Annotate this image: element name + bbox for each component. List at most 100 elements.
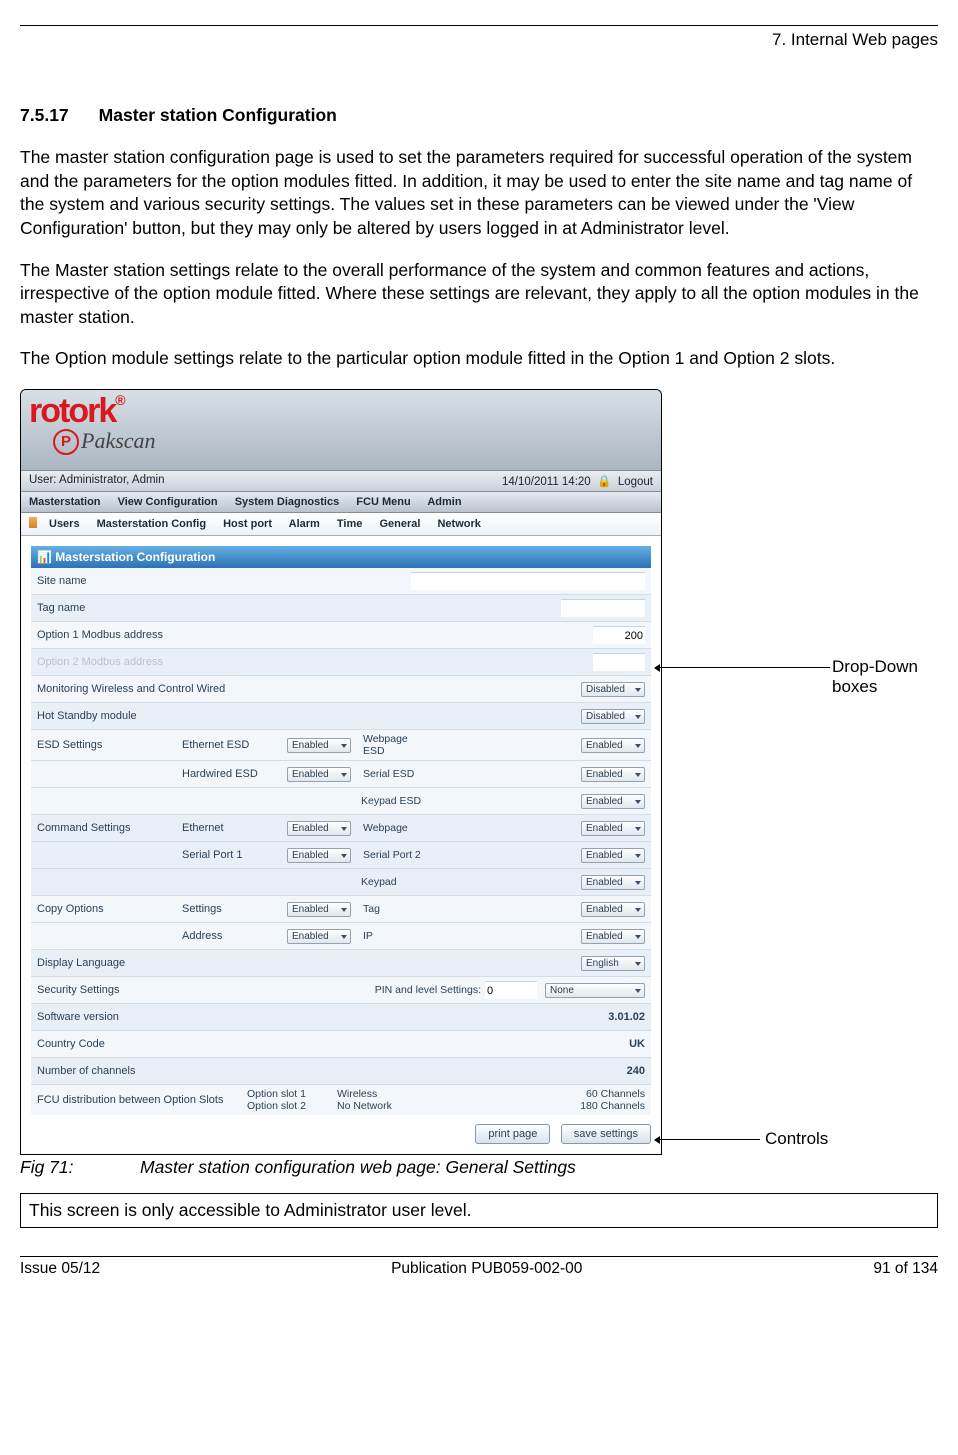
label-esd-eth: Ethernet ESD <box>182 739 287 751</box>
label-sw: Software version <box>37 1011 182 1023</box>
save-settings-button[interactable]: save settings <box>561 1124 651 1144</box>
label-hotstandby: Hot Standby module <box>37 710 182 722</box>
main-menu: Masterstation View Configuration System … <box>21 492 661 513</box>
dd-copy-addr[interactable]: Enabled <box>287 929 351 944</box>
menu-item-admin[interactable]: Admin <box>427 496 461 508</box>
value-slot2-net: No Network <box>337 1100 392 1112</box>
figure: rotork® PPakscan User: Administrator, Ad… <box>20 389 938 1155</box>
logo-rotork: rotork® <box>29 392 124 431</box>
submenu-alarm[interactable]: Alarm <box>289 518 320 530</box>
dd-esd-web[interactable]: Enabled <box>581 738 645 753</box>
menu-item-masterstation[interactable]: Masterstation <box>29 496 101 508</box>
label-copy-set: Settings <box>182 903 287 915</box>
label-cmd-s1: Serial Port 1 <box>182 849 287 861</box>
dd-cmd-kp[interactable]: Enabled <box>581 875 645 890</box>
submenu-users[interactable]: Users <box>49 518 80 530</box>
submenu-msconfig[interactable]: Masterstation Config <box>97 518 206 530</box>
paragraph: The master station configuration page is… <box>20 146 938 241</box>
submenu-general[interactable]: General <box>379 518 420 530</box>
dd-copy-ip[interactable]: Enabled <box>581 929 645 944</box>
label-slot1: Option slot 1 <box>247 1088 306 1100</box>
input-opt2addr[interactable] <box>593 653 645 671</box>
dd-displang[interactable]: English <box>581 956 645 971</box>
label-slot2: Option slot 2 <box>247 1100 306 1112</box>
dd-copy-tag[interactable]: Enabled <box>581 902 645 917</box>
figure-caption: Fig 71:Master station configuration web … <box>20 1157 938 1178</box>
dd-cmd-eth[interactable]: Enabled <box>287 821 351 836</box>
value-slot1-ch: 60 Channels <box>586 1088 645 1100</box>
section-number: 7.5.17 <box>20 105 69 126</box>
section-title: Master station Configuration <box>99 105 337 125</box>
label-opt2addr: Option 2 Modbus address <box>37 656 182 668</box>
label-esd-hw: Hardwired ESD <box>182 768 287 780</box>
dd-monitoring[interactable]: Disabled <box>581 682 645 697</box>
dd-copy-set[interactable]: Enabled <box>287 902 351 917</box>
dd-cmd-web[interactable]: Enabled <box>581 821 645 836</box>
note-box: This screen is only accessible to Admini… <box>20 1193 938 1228</box>
paragraph: The Option module settings relate to the… <box>20 347 938 371</box>
dd-esd-kp[interactable]: Enabled <box>581 794 645 809</box>
label-sec: Security Settings <box>37 984 182 996</box>
dd-esd-eth[interactable]: Enabled <box>287 738 351 753</box>
config-title: 📊 Masterstation Configuration <box>31 546 651 568</box>
page-footer: Issue 05/12 Publication PUB059-002-00 91… <box>20 1256 938 1278</box>
label-esd-kp: Keypad ESD <box>361 795 426 807</box>
footer-pagenum: 91 of 134 <box>873 1260 938 1278</box>
header-banner: rotork® PPakscan <box>21 390 661 470</box>
value-slot1-net: Wireless <box>337 1088 377 1100</box>
callout-arrow <box>660 667 830 668</box>
logout-link[interactable]: Logout <box>618 476 653 488</box>
screenshot: rotork® PPakscan User: Administrator, Ad… <box>20 389 662 1155</box>
label-opt1addr: Option 1 Modbus address <box>37 629 182 641</box>
value-nchan: 240 <box>627 1065 645 1077</box>
footer-publication: Publication PUB059-002-00 <box>391 1260 582 1278</box>
input-sitename[interactable] <box>411 572 645 590</box>
label-cmd-s2: Serial Port 2 <box>363 849 428 861</box>
dd-cmd-s2[interactable]: Enabled <box>581 848 645 863</box>
datetime-label: 14/10/2011 14:20 <box>502 476 591 488</box>
label-cc: Country Code <box>37 1038 182 1050</box>
dd-esd-ser[interactable]: Enabled <box>581 767 645 782</box>
label-sec-pin: PIN and level Settings: <box>375 984 481 996</box>
label-fcudist: FCU distribution between Option Slots <box>37 1094 247 1106</box>
value-slot2-ch: 180 Channels <box>580 1100 645 1112</box>
submenu-network[interactable]: Network <box>437 518 480 530</box>
label-copy-addr: Address <box>182 930 287 942</box>
dd-cmd-s1[interactable]: Enabled <box>287 848 351 863</box>
callout-controls: Controls <box>765 1129 828 1149</box>
label-sitename: Site name <box>37 575 182 587</box>
label-copy-tag: Tag <box>363 903 428 915</box>
input-sec-pin[interactable] <box>485 981 537 999</box>
section-heading: 7.5.17 Master station Configuration <box>20 105 938 126</box>
page-header: 7. Internal Web pages <box>20 25 938 50</box>
label-tagname: Tag name <box>37 602 182 614</box>
label-copy: Copy Options <box>37 903 182 915</box>
dd-esd-hw[interactable]: Enabled <box>287 767 351 782</box>
menu-item-diagnostics[interactable]: System Diagnostics <box>235 496 340 508</box>
label-esd: ESD Settings <box>37 739 182 751</box>
user-label: User: Administrator, Admin <box>29 474 165 488</box>
submenu-hostport[interactable]: Host port <box>223 518 272 530</box>
label-nchan: Number of channels <box>37 1065 182 1077</box>
dd-sec-level[interactable]: None <box>545 983 645 998</box>
dd-hotstandby[interactable]: Disabled <box>581 709 645 724</box>
label-cmd-kp: Keypad <box>361 876 426 888</box>
label-esd-ser: Serial ESD <box>363 768 428 780</box>
input-opt1addr[interactable] <box>593 626 645 644</box>
logo-pakscan: PPakscan <box>53 428 156 455</box>
print-page-button[interactable]: print page <box>475 1124 550 1144</box>
label-cmd-web: Webpage <box>363 822 428 834</box>
submenu-time[interactable]: Time <box>337 518 362 530</box>
menu-item-fcu[interactable]: FCU Menu <box>356 496 410 508</box>
label-cmd-eth: Ethernet <box>182 822 287 834</box>
callout-arrow <box>660 1139 760 1140</box>
value-cc: UK <box>629 1038 645 1050</box>
config-panel[interactable]: 📊 Masterstation Configuration Site name … <box>21 536 661 1116</box>
menu-item-viewconfig[interactable]: View Configuration <box>118 496 218 508</box>
user-bar: User: Administrator, Admin 14/10/2011 14… <box>21 470 661 492</box>
sub-menu: Users Masterstation Config Host port Ala… <box>21 513 661 536</box>
label-cmd: Command Settings <box>37 822 182 834</box>
value-sw: 3.01.02 <box>608 1011 645 1023</box>
input-tagname[interactable] <box>561 599 645 617</box>
callout-dropdown: Drop-Down boxes <box>832 657 938 697</box>
